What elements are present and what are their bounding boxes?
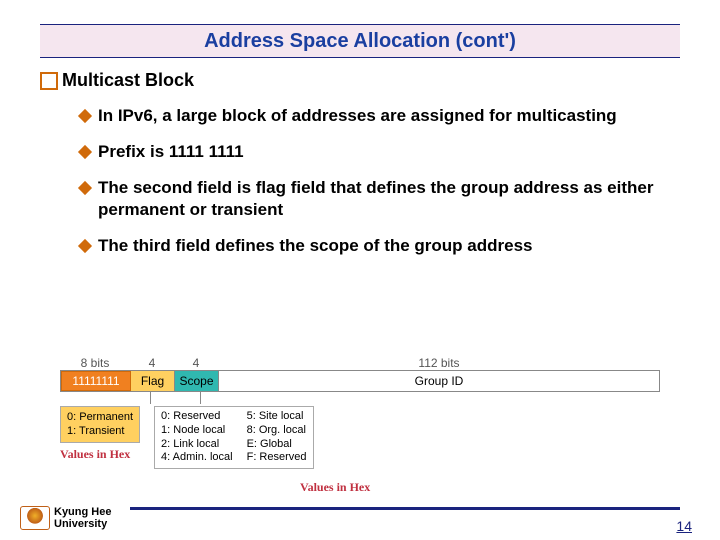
page-number: 14 <box>676 518 692 534</box>
footer: Kyung Hee University <box>20 506 111 530</box>
flag-cell: Flag <box>131 371 175 391</box>
footer-rule <box>130 507 680 510</box>
section-heading-text: Multicast Block <box>62 70 194 91</box>
list-item-text: The third field defines the scope of the… <box>98 235 533 257</box>
values-in-hex-label: Values in Hex <box>300 480 370 495</box>
university-line1: Kyung Hee <box>54 506 111 518</box>
section-heading: Multicast Block <box>40 70 680 91</box>
bits-label-8: 8 bits <box>60 356 130 370</box>
values-in-hex-label: Values in Hex <box>60 447 140 462</box>
square-bullet-icon <box>40 72 58 90</box>
bits-label-4a: 4 <box>130 356 174 370</box>
bit-labels-row: 8 bits 4 4 112 bits <box>60 356 660 370</box>
diamond-bullet-icon <box>78 239 92 253</box>
scope-legend-box: 0: Reserved 1: Node local 2: Link local … <box>154 406 313 469</box>
address-format-diagram: 8 bits 4 4 112 bits 11111111 Flag Scope … <box>60 356 660 469</box>
university-name: Kyung Hee University <box>54 506 111 530</box>
list-item-text: Prefix is 1111 1111 <box>98 141 244 163</box>
diamond-bullet-icon <box>78 109 92 123</box>
scope-cell: Scope <box>175 371 219 391</box>
legend-row: 0: Permanent 1: Transient Values in Hex … <box>60 406 660 469</box>
diamond-bullet-icon <box>78 181 92 195</box>
groupid-cell: Group ID <box>219 371 659 391</box>
bits-label-4b: 4 <box>174 356 218 370</box>
slide-title: Address Space Allocation (cont') <box>204 30 516 53</box>
list-item-text: The second field is flag field that defi… <box>98 177 658 221</box>
bits-label-112: 112 bits <box>218 356 660 370</box>
prefix-cell: 11111111 <box>61 371 131 391</box>
diamond-bullet-icon <box>78 145 92 159</box>
list-item: The third field defines the scope of the… <box>80 235 680 257</box>
flag-legend-box: 0: Permanent 1: Transient <box>60 406 140 443</box>
list-item: The second field is flag field that defi… <box>80 177 680 221</box>
scope-legend-col2: 5: Site local 8: Org. local E: Global F:… <box>247 410 307 465</box>
address-fields-row: 11111111 Flag Scope Group ID <box>60 370 660 392</box>
scope-legend-col1: 0: Reserved 1: Node local 2: Link local … <box>161 410 233 465</box>
connector-line-icon <box>150 392 151 404</box>
university-line2: University <box>54 518 111 530</box>
connector-lines <box>60 392 660 406</box>
list-item: Prefix is 1111 1111 <box>80 141 680 163</box>
list-item-text: In IPv6, a large block of addresses are … <box>98 105 617 127</box>
content-area: Multicast Block In IPv6, a large block o… <box>40 70 680 263</box>
title-bar: Address Space Allocation (cont') <box>40 24 680 58</box>
slide: Address Space Allocation (cont') Multica… <box>0 0 720 540</box>
university-logo-icon <box>20 506 50 530</box>
list-item: In IPv6, a large block of addresses are … <box>80 105 680 127</box>
connector-line-icon <box>200 392 201 404</box>
